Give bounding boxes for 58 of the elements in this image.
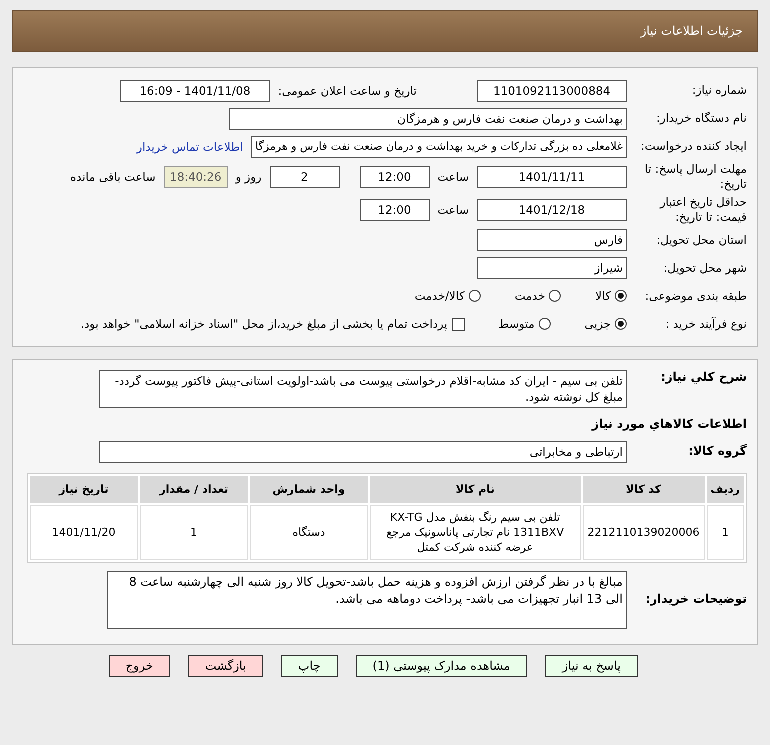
buyer-notes-field: مبالغ با در نظر گرفتن ارزش افزوده و هزینه حمل باشد-تحویل کالا روز شنبه الی چهارشنبه ساعت 8 الی 13 انبار تجهیزات می باشد- پرداخت دوماهه می باشد.	[107, 570, 627, 629]
action-button[interactable]: خروج	[108, 654, 170, 677]
table-cell: تلفن بی سیم رنگ بنفش مدل KX-TG 1311BXV نام تجارتی پاناسونیک مرجع عرضه کننده شرکت کمتل	[370, 504, 581, 560]
column-header: ردیف	[706, 476, 744, 503]
field-label: گروه کالا:	[688, 444, 747, 460]
table-cell: 1401/11/20	[30, 504, 138, 560]
column-header: واحد شمارش	[250, 476, 368, 503]
field-label: روز و	[236, 170, 262, 184]
column-header: تعداد / مقدار	[140, 476, 248, 503]
action-button[interactable]: بازگشت	[188, 654, 264, 677]
section-title: اطلاعات کالاهاي مورد نياز	[592, 416, 747, 433]
date-field: 1401/11/11	[477, 166, 627, 188]
field-label: ساعت	[438, 170, 469, 184]
field-label: شهر محل تحویل:	[662, 260, 747, 276]
page-title: جزئیات اطلاعات نیاز	[640, 24, 743, 38]
action-button[interactable]: مشاهده مدارک پیوستی (1)	[356, 654, 528, 677]
goods-group-field: ارتباطی و مخابراتی	[99, 441, 627, 464]
action-button[interactable]: پاسخ به نیاز	[545, 654, 638, 677]
radio-option[interactable]: کالا/خدمت	[414, 289, 481, 304]
field-label: ساعت باقی مانده	[70, 170, 156, 184]
city-field: شیراز	[477, 257, 627, 280]
action-button[interactable]: چاپ	[281, 654, 338, 677]
time-field: 12:00	[360, 198, 430, 221]
radio-option[interactable]: خدمت	[514, 289, 562, 304]
payment-checkbox-option[interactable]: پرداخت تمام یا بخشی از مبلغ خرید،از محل "اسناد خزانه اسلامی" خواهد بود.	[80, 317, 465, 332]
time-field: 12:00	[360, 166, 430, 188]
field-label: توضیحات خریدار:	[644, 592, 747, 608]
field-label: ساعت	[438, 202, 469, 217]
remaining-time-field: 18:40:26	[164, 166, 228, 188]
announce-date-field: 1401/11/08 - 16:09	[120, 80, 270, 102]
field-label: مهلت ارسال پاسخ: تا تاریخ:	[644, 162, 747, 192]
radio-option[interactable]: کالا	[595, 289, 627, 304]
table-cell: 1	[706, 504, 744, 560]
field-label: شرح کلي نياز:	[660, 370, 747, 386]
requester-field: غلامعلی ده بزرگی تدارکات و خرید بهداشت و درمان صنعت نفت فارس و هرمزگا	[251, 136, 627, 158]
radio-option[interactable]: جزیی	[584, 317, 627, 332]
field-label: حداقل تاریخ اعتبار قیمت: تا تاریخ:	[658, 194, 747, 225]
days-field: 2	[270, 166, 340, 188]
column-header: تاریخ نیاز	[30, 476, 138, 503]
field-label: شماره نیاز:	[691, 83, 747, 98]
need-number-field: 1101092113000884	[477, 80, 627, 102]
field-label: ایجاد کننده درخواست:	[640, 139, 747, 154]
table-cell: دستگاه	[250, 504, 368, 560]
radio-option[interactable]: متوسط	[498, 317, 551, 332]
buyer-org-field: بهداشت و درمان صنعت نفت فارس و هرمزگان	[229, 108, 627, 130]
date-field: 1401/12/18	[477, 198, 627, 221]
field-label: نوع فرآیند خرید :	[664, 316, 747, 332]
table-cell: 2212110139020006	[582, 504, 705, 560]
contact-link[interactable]: اطلاعات تماس خریدار	[136, 140, 244, 154]
province-field: فارس	[477, 229, 627, 252]
field-label: طبقه بندی موضوعی:	[644, 288, 747, 304]
field-label: استان محل تحویل:	[656, 232, 747, 248]
table-cell: 1	[140, 504, 248, 560]
field-label: تاریخ و ساعت اعلان عمومی:	[278, 84, 417, 98]
field-label: نام دستگاه خریدار:	[655, 111, 747, 126]
description-field: تلفن بی سیم - ایران کد مشابه-اقلام درخواستی پیوست می باشد-اولویت استانی-پیش فاکتور پیوست گردد-مبلغ کل نوشته شود.	[99, 370, 627, 408]
column-header: کد کالا	[582, 476, 705, 503]
column-header: نام کالا	[370, 476, 581, 503]
